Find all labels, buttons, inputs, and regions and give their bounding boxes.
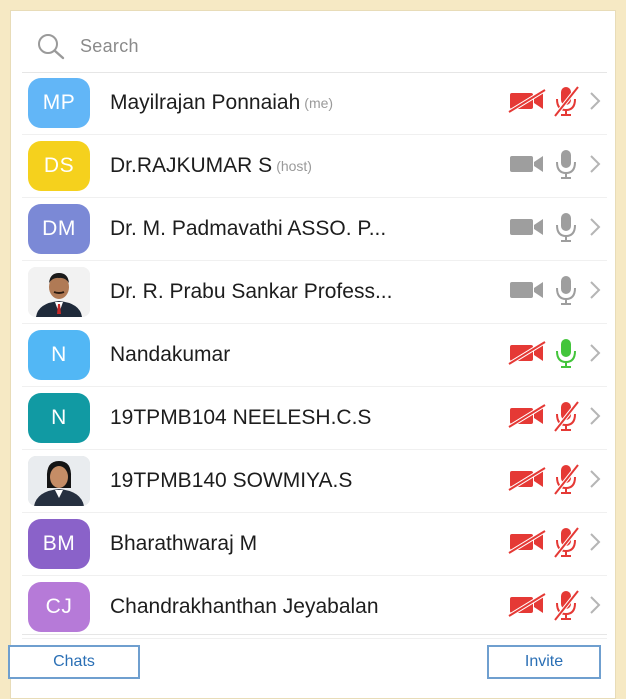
participant-row[interactable]: Dr. R. Prabu Sankar Profess... <box>22 261 607 324</box>
participant-row[interactable]: N Nandakumar <box>22 324 607 387</box>
media-status <box>507 513 601 575</box>
participant-row[interactable]: BM Bharathwaraj M <box>22 513 607 576</box>
participant-name: Chandrakhanthan Jeyabalan <box>110 595 379 618</box>
microphone-muted-icon <box>551 525 589 564</box>
participant-name: Dr. M. Padmavathi ASSO. P... <box>110 217 387 240</box>
participant-row[interactable]: 19TPMB140 SOWMIYA.S <box>22 450 607 513</box>
search-icon <box>38 34 65 60</box>
chevron-right-icon[interactable] <box>589 406 601 431</box>
participant-row[interactable]: N 19TPMB104 NEELESH.C.S <box>22 387 607 450</box>
microphone-icon <box>551 273 589 312</box>
media-status <box>507 387 601 449</box>
microphone-muted-icon <box>551 84 589 123</box>
search-bar[interactable]: Search <box>22 20 607 73</box>
avatar: CJ <box>28 582 90 632</box>
media-status <box>507 261 601 323</box>
microphone-muted-icon <box>551 399 589 438</box>
media-status <box>507 72 601 134</box>
microphone-icon <box>551 147 589 186</box>
participant-name: Dr.RAJKUMAR S <box>110 154 273 177</box>
video-off-icon <box>507 528 551 560</box>
chats-button[interactable]: Chats <box>8 645 140 679</box>
chevron-right-icon[interactable] <box>589 91 601 116</box>
chevron-right-icon[interactable] <box>589 343 601 368</box>
avatar: BM <box>28 519 90 569</box>
participant-row[interactable]: CJ Chandrakhanthan Jeyabalan <box>22 576 607 639</box>
role-tag: (me) <box>304 95 334 111</box>
avatar: N <box>28 330 90 380</box>
participant-name: Mayilrajan Ponnaiah <box>110 91 301 114</box>
media-status <box>507 576 601 638</box>
participant-row[interactable]: DS Dr.RAJKUMAR S (host) <box>22 135 607 198</box>
participant-row[interactable]: DM Dr. M. Padmavathi ASSO. P... <box>22 198 607 261</box>
microphone-muted-icon <box>551 588 589 627</box>
participant-name: 19TPMB140 SOWMIYA.S <box>110 469 353 492</box>
role-tag: (host) <box>276 158 312 174</box>
footer-bar: Chats Invite <box>8 634 607 690</box>
avatar: DM <box>28 204 90 254</box>
microphone-muted-icon <box>551 462 589 501</box>
participant-name: 19TPMB104 NEELESH.C.S <box>110 406 372 429</box>
participant-list: MP Mayilrajan Ponnaiah (me) DS Dr.RAJKUMAR S… <box>22 72 607 639</box>
chevron-right-icon[interactable] <box>589 469 601 494</box>
avatar: MP <box>28 78 90 128</box>
avatar <box>28 456 90 506</box>
invite-button[interactable]: Invite <box>487 645 601 679</box>
chevron-right-icon[interactable] <box>589 154 601 179</box>
video-camera-icon <box>507 277 551 308</box>
microphone-icon <box>551 210 589 249</box>
video-off-icon <box>507 591 551 623</box>
avatar: N <box>28 393 90 443</box>
video-off-icon <box>507 339 551 371</box>
chevron-right-icon[interactable] <box>589 217 601 242</box>
participant-row[interactable]: MP Mayilrajan Ponnaiah (me) <box>22 72 607 135</box>
video-camera-icon <box>507 151 551 182</box>
search-input[interactable]: Search <box>80 36 139 57</box>
media-status <box>507 324 601 386</box>
video-off-icon <box>507 402 551 434</box>
media-status <box>507 198 601 260</box>
media-status <box>507 135 601 197</box>
microphone-icon <box>551 336 589 375</box>
participant-name: Bharathwaraj M <box>110 532 258 555</box>
participant-name: Dr. R. Prabu Sankar Profess... <box>110 280 393 303</box>
avatar <box>28 267 90 317</box>
chevron-right-icon[interactable] <box>589 532 601 557</box>
video-off-icon <box>507 87 551 119</box>
media-status <box>507 450 601 512</box>
video-off-icon <box>507 465 551 497</box>
video-camera-icon <box>507 214 551 245</box>
participant-name: Nandakumar <box>110 343 231 366</box>
chevron-right-icon[interactable] <box>589 280 601 305</box>
chevron-right-icon[interactable] <box>589 595 601 620</box>
avatar: DS <box>28 141 90 191</box>
